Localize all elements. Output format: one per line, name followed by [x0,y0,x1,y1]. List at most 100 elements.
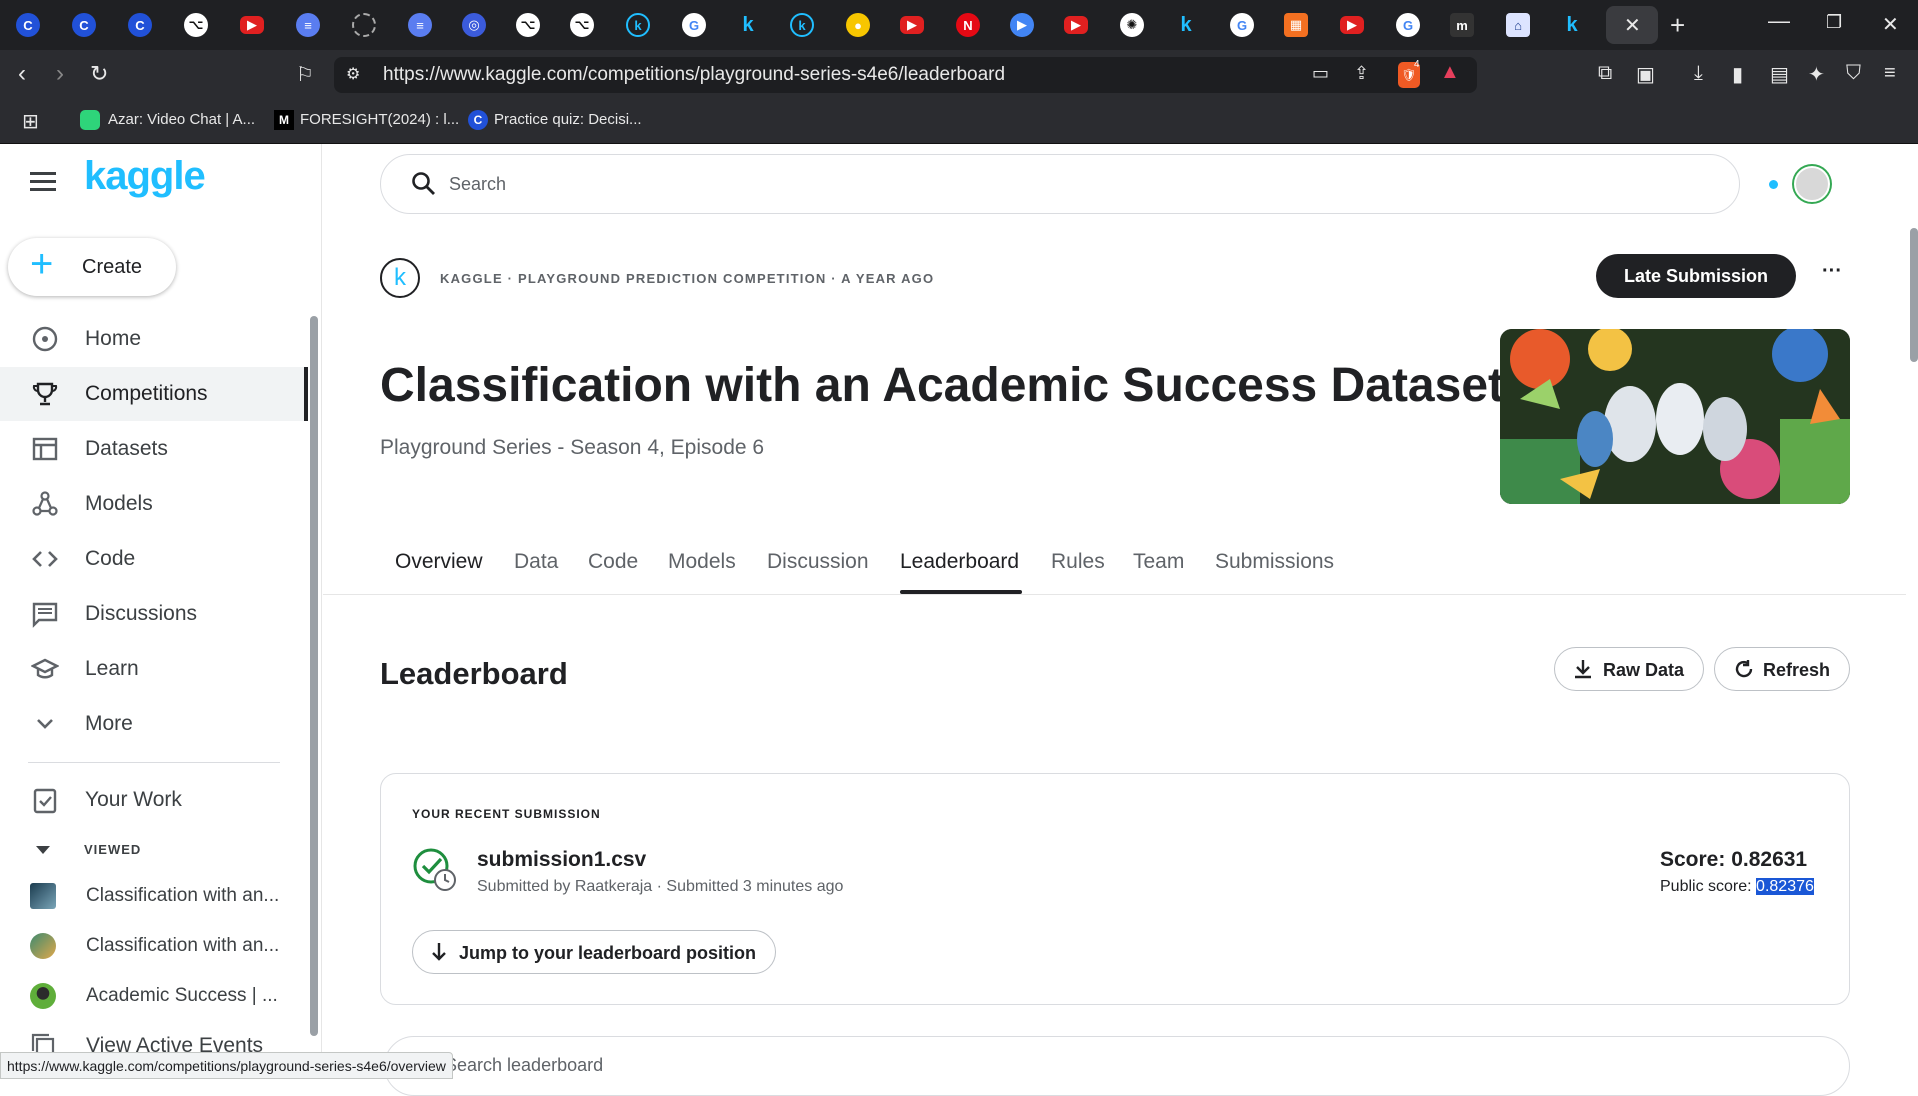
hamburger-menu-icon[interactable] [30,172,56,192]
coursera-tab-icon[interactable]: C [72,13,96,37]
tab-rules[interactable]: Rules [1051,550,1105,574]
page-scrollbar[interactable] [1910,228,1918,362]
netflix-tab-icon[interactable]: N [956,13,980,37]
tab-data[interactable]: Data [514,550,558,574]
play-tab-icon[interactable]: ▶ [1010,13,1034,37]
sidebar-toggle-icon[interactable]: ▮ [1732,62,1743,87]
apps-grid-icon[interactable]: ⊞ [22,109,39,134]
sidebar-item-code[interactable]: Code [0,532,306,586]
close-tab-icon[interactable]: ✕ [1624,13,1641,38]
tab-leaderboard[interactable]: Leaderboard [900,550,1019,574]
github-tab-icon[interactable]: ⌥ [184,13,208,37]
tab-code[interactable]: Code [588,550,638,574]
coursera-tab-icon[interactable]: C [128,13,152,37]
forward-icon[interactable]: › [56,60,64,88]
sidebar-item-discussions[interactable]: Discussions [0,587,306,641]
wallet-icon[interactable]: ▤ [1770,62,1789,87]
app-tab-icon[interactable]: ● [846,13,870,37]
viewed-item[interactable]: Academic Success | ... [0,974,300,1018]
viewed-item[interactable]: Classification with an... [0,874,300,918]
kaggle-tab-icon[interactable]: k [626,13,650,37]
docs-tab-icon[interactable]: ≡ [408,13,432,37]
url-text[interactable]: https://www.kaggle.com/competitions/play… [383,64,1005,86]
sidebar-item-label: Discussions [85,602,198,625]
google-tab-icon[interactable]: G [1230,13,1254,37]
app-tab-icon[interactable]: m [1450,13,1474,37]
refresh-label: Refresh [1763,660,1831,680]
reload-icon[interactable]: ↻ [90,61,108,87]
tab-models[interactable]: Models [668,550,736,574]
back-icon[interactable]: ‹ [18,60,26,88]
tab-submissions[interactable]: Submissions [1215,550,1334,574]
sidebar-item-home[interactable]: Home [0,312,306,366]
sidebar-item-your-work[interactable]: Your Work [0,773,306,827]
bookmark-icon[interactable]: ⚐ [296,62,314,87]
tab-discussion[interactable]: Discussion [767,550,869,574]
share-icon[interactable]: ⇪ [1354,63,1369,84]
sidebar-scrollbar[interactable] [310,316,318,1036]
download-icon[interactable]: ⤓ [1694,62,1703,85]
leo-ai-icon[interactable]: ✦ [1808,62,1825,87]
create-button[interactable]: + Create [8,238,176,296]
cast-icon[interactable]: ▭ [1312,63,1329,84]
sidebar-item-more[interactable]: More [0,697,306,751]
kaggle-tab-icon[interactable]: k [1560,13,1584,37]
app-tab-icon[interactable]: ⌂ [1506,13,1530,37]
coursera-tab-icon[interactable]: C [16,13,40,37]
search-input[interactable]: Search [449,174,506,195]
sidebar-item-competitions[interactable]: Competitions [0,367,308,421]
sidebar-item-models[interactable]: Models [0,477,306,531]
jump-to-position-button[interactable]: Jump to your leaderboard position [412,930,776,974]
submission-filename[interactable]: submission1.csv [477,848,646,872]
vpn-icon[interactable]: ⛉ [1846,62,1861,85]
site-settings-icon[interactable]: ⚙ [346,64,360,84]
raw-data-button[interactable]: Raw Data [1554,647,1704,691]
refresh-button[interactable]: Refresh [1714,647,1850,691]
bookmark-azar[interactable]: Azar: Video Chat | A... [108,111,255,128]
viewed-item[interactable]: Classification with an... [0,924,300,968]
public-score-label: Public score: [1660,878,1757,895]
kaggle-tab-icon[interactable]: k [736,13,760,37]
restore-icon[interactable]: ❐ [1826,12,1842,33]
user-avatar[interactable] [1794,166,1830,202]
browser-tab-bar: C C C ⌥ ▶ ≡ ≡ ◎ ⌥ ⌥ k G k k ● ▶ N ▶ ▶ ✺ … [0,0,1918,50]
google-tab-icon[interactable]: G [1396,13,1420,37]
kaggle-tab-icon[interactable]: k [1174,13,1198,37]
extensions-icon[interactable]: ⧉ [1598,62,1612,85]
kaggle-tab-icon[interactable]: k [790,13,814,37]
kaggle-host-icon[interactable]: k [380,258,420,298]
google-tab-icon[interactable]: G [682,13,706,37]
youtube-tab-icon[interactable]: ▶ [240,16,264,34]
tab-team[interactable]: Team [1133,550,1184,574]
leaderboard-search-placeholder[interactable]: Search leaderboard [445,1055,603,1076]
late-submission-button[interactable]: Late Submission [1596,254,1796,298]
loading-tab-icon[interactable] [352,13,376,37]
youtube-tab-icon[interactable]: ▶ [900,16,924,34]
app-tab-icon[interactable]: ▦ [1284,13,1308,37]
docs-tab-icon[interactable]: ≡ [296,13,320,37]
sidebar-item-learn[interactable]: Learn [0,642,306,696]
github-tab-icon[interactable]: ⌥ [516,13,540,37]
new-tab-icon[interactable]: + [1670,10,1685,41]
brave-rewards-icon[interactable]: ▲ [1440,61,1460,84]
kaggle-logo[interactable]: kaggle [84,154,206,199]
youtube-tab-icon[interactable]: ▶ [1064,16,1088,34]
chatgpt-tab-icon[interactable]: ✺ [1120,13,1144,37]
app-tab-icon[interactable]: ◎ [462,13,486,37]
bookmark-foresight[interactable]: FORESIGHT(2024) : l... [300,111,459,128]
menu-icon[interactable]: ≡ [1884,62,1896,85]
leaderboard-search-field[interactable]: Search leaderboard [384,1036,1850,1096]
minimize-icon[interactable]: — [1768,8,1790,34]
caret-down-icon[interactable] [36,846,50,854]
close-window-icon[interactable]: ✕ [1882,12,1899,37]
bookmark-practice-quiz[interactable]: Practice quiz: Decisi... [494,111,642,128]
youtube-tab-icon[interactable]: ▶ [1340,16,1364,34]
search-bar[interactable]: Search [380,154,1740,214]
github-tab-icon[interactable]: ⌥ [570,13,594,37]
url-field[interactable]: ⚙ https://www.kaggle.com/competitions/pl… [334,57,1477,93]
sidebar-item-datasets[interactable]: Datasets [0,422,306,476]
tab-overview[interactable]: Overview [395,550,483,574]
bookmarks-bar: ⊞ Azar: Video Chat | A... M FORESIGHT(20… [0,100,1918,144]
more-options-icon[interactable]: ··· [1822,260,1842,283]
reader-icon[interactable]: ▣ [1636,62,1655,87]
